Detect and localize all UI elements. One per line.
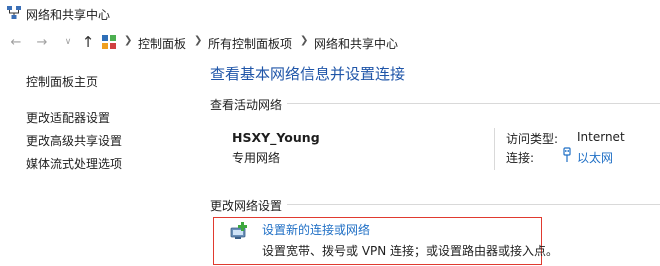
network-type[interactable]: 专用网络: [232, 149, 280, 166]
divider: [287, 204, 660, 205]
recent-dropdown-icon[interactable]: ∨: [60, 34, 76, 50]
breadcrumb-all-items[interactable]: 所有控制面板项: [208, 35, 292, 52]
breadcrumb-separator: ❯: [124, 35, 133, 46]
forward-arrow-icon[interactable]: →: [34, 34, 50, 50]
new-connection-icon[interactable]: [229, 221, 251, 243]
breadcrumb-separator: ❯: [300, 35, 309, 46]
sidebar-item-media-streaming[interactable]: 媒体流式处理选项: [26, 155, 122, 172]
breadcrumb-control-panel[interactable]: 控制面板: [138, 35, 186, 52]
window-title: 网络和共享中心: [26, 8, 111, 22]
breadcrumb-network-center[interactable]: 网络和共享中心: [314, 35, 398, 52]
sidebar-home-link[interactable]: 控制面板主页: [26, 73, 98, 90]
connection-label: 连接:: [506, 151, 535, 165]
change-settings-header: 更改网络设置: [210, 199, 283, 213]
divider: [287, 103, 660, 104]
back-arrow-icon[interactable]: ←: [8, 34, 24, 50]
sidebar-item-adapter-settings[interactable]: 更改适配器设置: [26, 109, 110, 126]
page-title: 查看基本网络信息并设置连接: [210, 65, 406, 83]
active-networks-header: 查看活动网络: [210, 98, 283, 112]
sidebar-item-advanced-sharing[interactable]: 更改高级共享设置: [26, 132, 122, 149]
up-arrow-icon[interactable]: ↑: [80, 33, 96, 51]
ethernet-icon: [561, 147, 573, 163]
breadcrumb-separator: ❯: [194, 35, 203, 46]
access-type-label: 访问类型:: [506, 132, 559, 146]
setup-new-connection-description: 设置宽带、拨号或 VPN 连接；或设置路由器或接入点。: [262, 244, 559, 258]
setup-new-connection-link[interactable]: 设置新的连接或网络: [262, 221, 370, 238]
network-name: HSXY_Young: [232, 130, 320, 145]
access-type-value: Internet: [577, 130, 625, 144]
ethernet-connection-link[interactable]: 以太网: [577, 149, 613, 166]
network-center-icon: [6, 5, 22, 21]
divider: [494, 128, 495, 170]
control-panel-icon: [101, 34, 117, 50]
